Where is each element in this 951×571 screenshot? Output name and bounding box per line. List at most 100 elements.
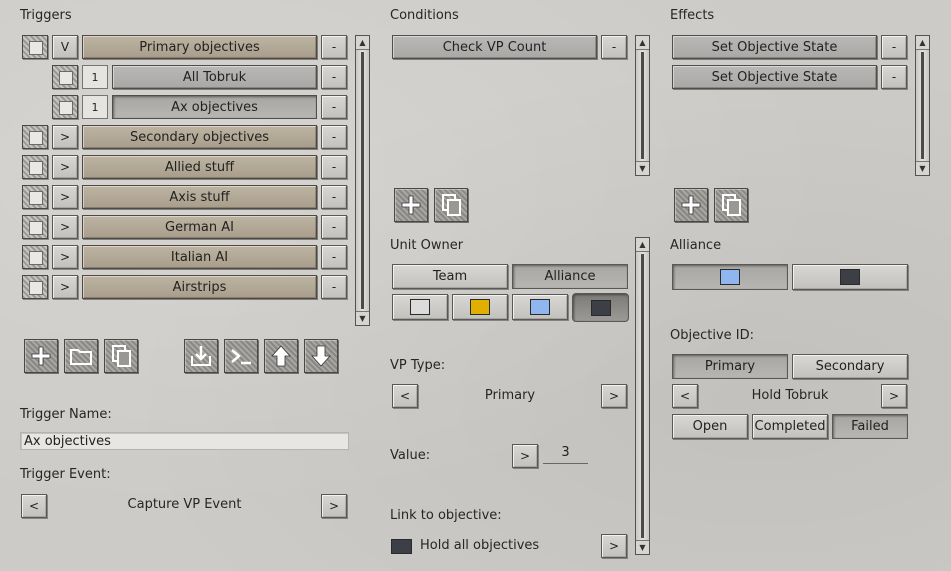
expand-toggle-button[interactable]: > — [52, 275, 78, 299]
trigger-checkbox[interactable] — [52, 95, 78, 119]
link-objective-value: Hold all objectives — [420, 538, 540, 553]
add-effect-button[interactable] — [674, 188, 708, 222]
console-button[interactable] — [224, 339, 258, 373]
remove-trigger-button[interactable]: - — [321, 125, 347, 149]
triggers-header: Triggers — [20, 8, 72, 23]
remove-trigger-button[interactable]: - — [321, 215, 347, 239]
owner-color-dark-button[interactable] — [572, 293, 629, 322]
trigger-checkbox[interactable] — [22, 125, 48, 149]
trigger-item-allied-stuff[interactable]: Allied stuff — [82, 155, 317, 179]
trigger-checkbox[interactable] — [22, 245, 48, 269]
move-up-button[interactable] — [264, 339, 298, 373]
add-condition-button[interactable] — [394, 188, 428, 222]
objective-next-button[interactable]: > — [881, 384, 907, 408]
tab-alliance[interactable]: Alliance — [512, 264, 628, 289]
objective-prev-button[interactable]: < — [672, 384, 698, 408]
owner-color-yellow-button[interactable] — [452, 294, 508, 320]
expand-toggle-button[interactable]: > — [52, 215, 78, 239]
trigger-item-german-ai[interactable]: German AI — [82, 215, 317, 239]
objective-value: Hold Tobruk — [751, 388, 829, 403]
remove-condition-button[interactable]: - — [601, 35, 627, 59]
trigger-checkbox[interactable] — [22, 215, 48, 239]
alliance-label: Alliance — [670, 238, 722, 253]
add-folder-button[interactable] — [64, 339, 98, 373]
effect-item-set-objective-state[interactable]: Set Objective State — [672, 65, 877, 89]
conditions-scrollbar[interactable]: ▲ ▼ — [635, 35, 650, 176]
triggers-scrollbar[interactable]: ▲ ▼ — [355, 35, 370, 326]
state-failed-button[interactable]: Failed — [832, 414, 908, 439]
expand-toggle-button[interactable]: > — [52, 125, 78, 149]
scroll-up-icon[interactable]: ▲ — [356, 36, 369, 50]
alliance-blue-button[interactable] — [672, 264, 788, 290]
trigger-item-all-tobruk[interactable]: All Tobruk — [112, 65, 317, 89]
alliance-dark-button[interactable] — [792, 264, 908, 290]
trigger-event-next-button[interactable]: > — [321, 494, 347, 518]
state-open-button[interactable]: Open — [672, 414, 748, 439]
unit-owner-label: Unit Owner — [390, 238, 464, 253]
trigger-checkbox[interactable] — [22, 185, 48, 209]
scroll-up-icon[interactable]: ▲ — [636, 36, 649, 50]
link-objective-next-button[interactable]: > — [601, 534, 627, 558]
remove-effect-button[interactable]: - — [881, 65, 907, 89]
trigger-item-italian-ai[interactable]: Italian AI — [82, 245, 317, 269]
scroll-up-icon[interactable]: ▲ — [916, 36, 929, 50]
expand-toggle-button[interactable]: > — [52, 185, 78, 209]
trigger-item-primary-objectives[interactable]: Primary objectives — [82, 35, 317, 59]
scroll-down-icon[interactable]: ▼ — [636, 161, 649, 175]
tab-team[interactable]: Team — [392, 264, 508, 289]
value-label: Value: — [390, 448, 431, 463]
expand-toggle-button[interactable]: V — [52, 35, 78, 59]
duplicate-condition-button[interactable] — [434, 188, 468, 222]
plus-icon — [681, 195, 701, 215]
condition-item-check-vp-count[interactable]: Check VP Count — [392, 35, 597, 59]
trigger-event-label: Trigger Event: — [20, 467, 111, 482]
scroll-down-icon[interactable]: ▼ — [636, 540, 649, 554]
remove-trigger-button[interactable]: - — [321, 95, 347, 119]
remove-trigger-button[interactable]: - — [321, 275, 347, 299]
duplicate-effect-button[interactable] — [714, 188, 748, 222]
copy-icon — [442, 194, 461, 216]
expand-toggle-button[interactable]: > — [52, 155, 78, 179]
effects-scrollbar[interactable]: ▲ ▼ — [915, 35, 930, 176]
remove-trigger-button[interactable]: - — [321, 245, 347, 269]
move-down-button[interactable] — [304, 339, 338, 373]
folder-icon — [70, 349, 92, 365]
remove-trigger-button[interactable]: - — [321, 155, 347, 179]
add-trigger-button[interactable] — [24, 339, 58, 373]
tab-primary[interactable]: Primary — [672, 354, 788, 379]
value-input[interactable]: 3 — [543, 445, 588, 464]
tab-secondary[interactable]: Secondary — [792, 354, 908, 379]
trigger-checkbox[interactable] — [22, 275, 48, 299]
state-completed-button[interactable]: Completed — [752, 414, 828, 439]
remove-effect-button[interactable]: - — [881, 35, 907, 59]
trigger-checkbox[interactable] — [22, 35, 48, 59]
remove-trigger-button[interactable]: - — [321, 35, 347, 59]
scroll-up-icon[interactable]: ▲ — [636, 238, 649, 252]
trigger-checkbox[interactable] — [52, 65, 78, 89]
remove-trigger-button[interactable]: - — [321, 65, 347, 89]
scroll-down-icon[interactable]: ▼ — [916, 161, 929, 175]
import-button[interactable] — [184, 339, 218, 373]
expand-toggle-button[interactable]: > — [52, 245, 78, 269]
condition-params-scrollbar[interactable]: ▲ ▼ — [635, 237, 650, 555]
duplicate-trigger-button[interactable] — [104, 339, 138, 373]
vp-type-next-button[interactable]: > — [601, 384, 627, 408]
value-increment-button[interactable]: > — [512, 444, 538, 468]
trigger-name-input[interactable]: Ax objectives — [20, 432, 349, 450]
trigger-item-axis-stuff[interactable]: Axis stuff — [82, 185, 317, 209]
trigger-item-secondary-objectives[interactable]: Secondary objectives — [82, 125, 317, 149]
trigger-event-prev-button[interactable]: < — [21, 494, 47, 518]
scroll-down-icon[interactable]: ▼ — [356, 311, 369, 325]
copy-icon — [112, 345, 131, 367]
trigger-checkbox[interactable] — [22, 155, 48, 179]
vp-type-value: Primary — [484, 388, 536, 403]
trigger-item-airstrips[interactable]: Airstrips — [82, 275, 317, 299]
remove-trigger-button[interactable]: - — [321, 185, 347, 209]
trigger-item-ax-objectives[interactable]: Ax objectives — [112, 95, 317, 119]
effect-item-set-objective-state[interactable]: Set Objective State — [672, 35, 877, 59]
blue-swatch — [530, 299, 550, 315]
vp-type-prev-button[interactable]: < — [392, 384, 418, 408]
yellow-swatch — [470, 299, 490, 315]
owner-color-blue-button[interactable] — [512, 294, 568, 320]
owner-color-white-button[interactable] — [392, 294, 448, 320]
